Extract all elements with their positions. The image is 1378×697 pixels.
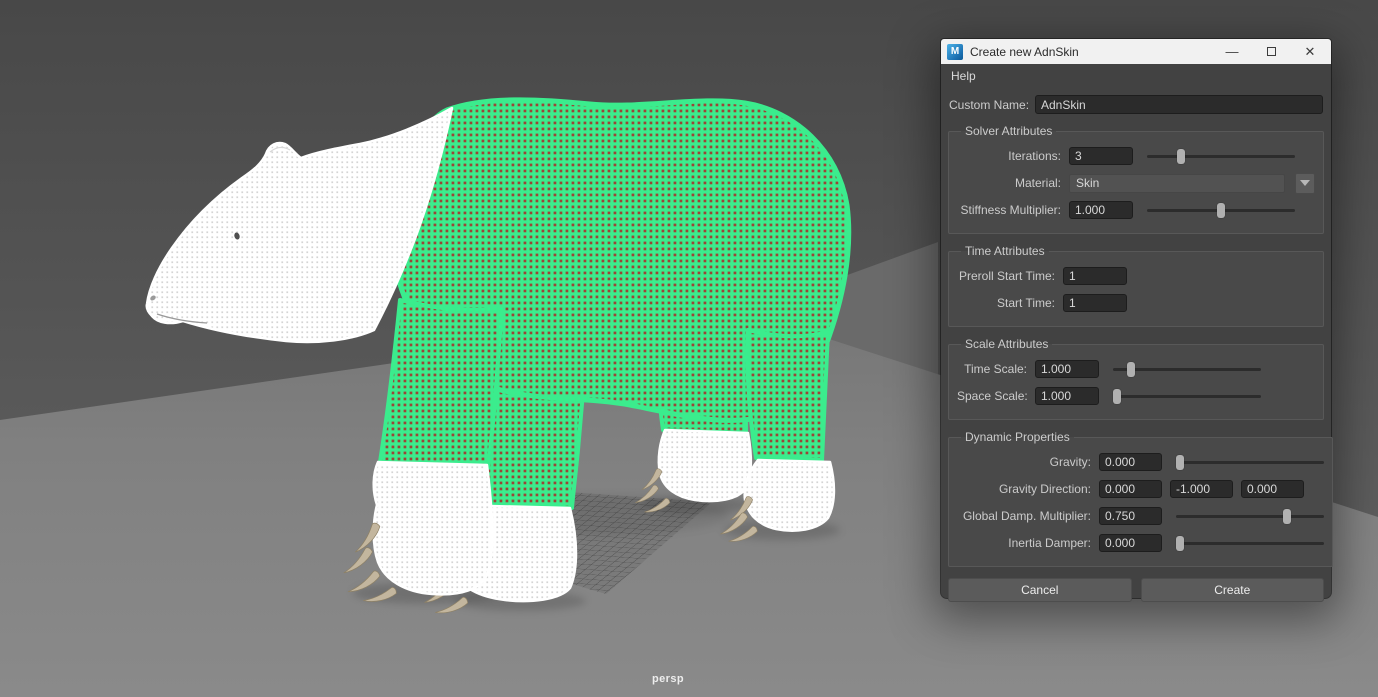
time-attributes-title: Time Attributes — [961, 244, 1049, 258]
gravity-direction-row: Gravity Direction: — [957, 479, 1324, 499]
maya-logo-icon: M — [947, 44, 963, 60]
time-attributes-group: Time Attributes Preroll Start Time: Star… — [948, 244, 1324, 327]
maya-application-window: persp M Create new AdnSkin — ✕ Help Cust… — [0, 0, 1378, 697]
gravity-label: Gravity: — [957, 455, 1091, 469]
dynamic-properties-title: Dynamic Properties — [961, 430, 1074, 444]
material-label: Material: — [957, 176, 1061, 190]
dialog-title: Create new AdnSkin — [970, 45, 1209, 59]
custom-name-row: Custom Name: — [949, 95, 1323, 114]
scale-attributes-group: Scale Attributes Time Scale: Space Scale… — [948, 337, 1324, 420]
inertia-damper-input[interactable] — [1099, 534, 1162, 552]
solver-attributes-title: Solver Attributes — [961, 124, 1056, 138]
global-damp-row: Global Damp. Multiplier: — [957, 506, 1324, 526]
stiffness-slider[interactable] — [1147, 202, 1295, 219]
global-damp-slider[interactable] — [1176, 508, 1324, 525]
slider-track[interactable] — [1113, 395, 1261, 398]
dialog-menubar: Help — [941, 64, 1331, 87]
gravity-direction-z-input[interactable] — [1241, 480, 1304, 498]
slider-handle[interactable] — [1283, 509, 1291, 524]
space-scale-label: Space Scale: — [957, 389, 1027, 403]
preroll-row: Preroll Start Time: — [957, 266, 1315, 286]
gravity-direction-x-input[interactable] — [1099, 480, 1162, 498]
material-dropdown[interactable]: Skin — [1069, 174, 1285, 193]
menu-help[interactable]: Help — [951, 69, 976, 83]
start-time-input[interactable] — [1063, 294, 1127, 312]
space-scale-input[interactable] — [1035, 387, 1099, 405]
time-scale-row: Time Scale: — [957, 359, 1315, 379]
close-button[interactable]: ✕ — [1294, 39, 1326, 64]
solver-attributes-group: Solver Attributes Iterations: Material: … — [948, 124, 1324, 234]
space-scale-row: Space Scale: — [957, 386, 1315, 406]
slider-handle[interactable] — [1176, 536, 1184, 551]
chevron-down-icon — [1300, 180, 1310, 186]
time-scale-label: Time Scale: — [957, 362, 1027, 376]
bear-rear-far-foot — [659, 430, 751, 501]
slider-track[interactable] — [1113, 368, 1261, 371]
inertia-damper-slider[interactable] — [1176, 535, 1324, 552]
iterations-label: Iterations: — [957, 149, 1061, 163]
preroll-label: Preroll Start Time: — [957, 269, 1055, 283]
create-adnskin-dialog: M Create new AdnSkin — ✕ Help Custom Nam… — [941, 39, 1331, 598]
slider-handle[interactable] — [1177, 149, 1185, 164]
slider-track[interactable] — [1176, 461, 1324, 464]
slider-track[interactable] — [1176, 515, 1324, 518]
iterations-slider[interactable] — [1147, 148, 1295, 165]
stiffness-label: Stiffness Multiplier: — [957, 203, 1061, 217]
bear-rear-near-leg — [747, 330, 828, 460]
custom-name-label: Custom Name: — [949, 98, 1029, 112]
iterations-row: Iterations: — [957, 146, 1315, 166]
custom-name-input[interactable] — [1035, 95, 1323, 114]
dynamic-properties-group: Dynamic Properties Gravity: Gravity Dire… — [948, 430, 1333, 567]
time-scale-slider[interactable] — [1113, 361, 1261, 378]
gravity-direction-label: Gravity Direction: — [957, 482, 1091, 496]
cancel-button[interactable]: Cancel — [948, 578, 1132, 602]
global-damp-label: Global Damp. Multiplier: — [957, 509, 1091, 523]
space-scale-slider[interactable] — [1113, 388, 1261, 405]
dialog-titlebar[interactable]: M Create new AdnSkin — ✕ — [941, 39, 1331, 64]
slider-track[interactable] — [1147, 155, 1295, 158]
inertia-damper-row: Inertia Damper: — [957, 533, 1324, 553]
minimize-button[interactable]: — — [1216, 39, 1248, 64]
gravity-slider[interactable] — [1176, 454, 1324, 471]
iterations-input[interactable] — [1069, 147, 1133, 165]
scale-attributes-title: Scale Attributes — [961, 337, 1052, 351]
material-dropdown-button[interactable] — [1295, 173, 1315, 194]
start-time-row: Start Time: — [957, 293, 1315, 313]
bear-rear-near-foot — [745, 460, 834, 531]
camera-label: persp — [652, 673, 684, 685]
start-time-label: Start Time: — [957, 296, 1055, 310]
time-scale-input[interactable] — [1035, 360, 1099, 378]
bear-front-near-leg — [380, 300, 502, 466]
slider-handle[interactable] — [1113, 389, 1121, 404]
material-row: Material: Skin — [957, 173, 1315, 193]
slider-track[interactable] — [1176, 542, 1324, 545]
stiffness-input[interactable] — [1069, 201, 1133, 219]
slider-handle[interactable] — [1217, 203, 1225, 218]
bear-front-near-foot — [374, 462, 492, 594]
maximize-button[interactable] — [1255, 39, 1287, 64]
gravity-row: Gravity: — [957, 452, 1324, 472]
global-damp-input[interactable] — [1099, 507, 1162, 525]
stiffness-row: Stiffness Multiplier: — [957, 200, 1315, 220]
inertia-damper-label: Inertia Damper: — [957, 536, 1091, 550]
maximize-icon — [1267, 47, 1276, 56]
gravity-input[interactable] — [1099, 453, 1162, 471]
dialog-button-row: Cancel Create — [948, 578, 1324, 602]
create-button[interactable]: Create — [1141, 578, 1325, 602]
slider-handle[interactable] — [1176, 455, 1184, 470]
preroll-input[interactable] — [1063, 267, 1127, 285]
slider-handle[interactable] — [1127, 362, 1135, 377]
gravity-direction-y-input[interactable] — [1170, 480, 1233, 498]
